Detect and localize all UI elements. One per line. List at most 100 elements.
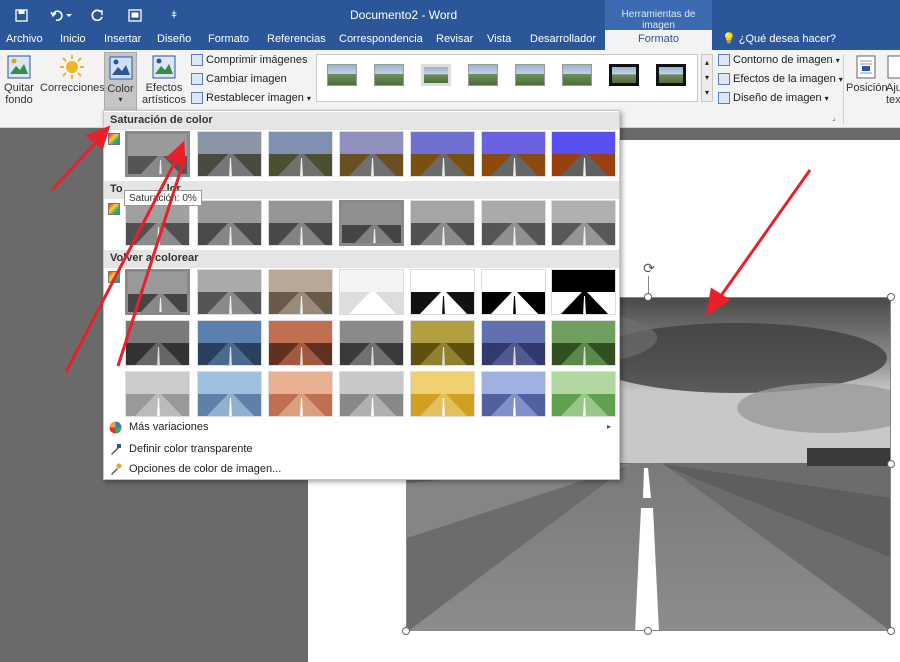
style-thumb[interactable] [562, 64, 592, 86]
qat-customize-icon[interactable]: ǂ [166, 0, 182, 30]
tab-formato-doc[interactable]: Formato [208, 30, 249, 50]
redo-icon[interactable] [86, 0, 108, 30]
resize-handle[interactable] [402, 627, 410, 635]
recolor-swatch[interactable] [268, 269, 333, 315]
quitar-fondo-button[interactable]: Quitar fondo [2, 54, 36, 106]
saturation-swatch[interactable] [268, 131, 333, 177]
opciones-color-item[interactable]: Opciones de color de imagen... [104, 459, 619, 479]
saturation-swatch[interactable] [125, 131, 190, 177]
tone-swatch[interactable] [268, 200, 333, 246]
recolor-swatch[interactable] [410, 269, 475, 315]
style-thumb[interactable] [515, 64, 545, 86]
recolor-swatch[interactable] [339, 320, 404, 366]
tab-insertar[interactable]: Insertar [104, 30, 141, 50]
tone-swatch[interactable] [481, 200, 546, 246]
tone-swatch[interactable] [551, 200, 616, 246]
picture-styles-gallery[interactable] [316, 54, 698, 102]
gallery-up-icon[interactable]: ▴ [702, 55, 712, 70]
resize-handle[interactable] [644, 627, 652, 635]
mas-variaciones-item[interactable]: Más variaciones ▸ [104, 417, 619, 437]
tell-me-search[interactable]: 💡 ¿Qué desea hacer? [722, 30, 836, 50]
resize-handle[interactable] [887, 460, 895, 468]
recolor-swatch[interactable] [410, 371, 475, 417]
tab-diseno[interactable]: Diseño [157, 30, 191, 50]
posicion-button[interactable]: Posición [846, 54, 888, 94]
style-thumb[interactable] [468, 64, 498, 86]
style-thumb[interactable] [421, 64, 451, 86]
color-label: Color [107, 83, 134, 95]
saturation-swatch[interactable] [339, 131, 404, 177]
recolor-swatch[interactable] [197, 320, 262, 366]
tone-swatch[interactable] [125, 200, 190, 246]
compress-icon [191, 54, 203, 66]
definir-transparente-item[interactable]: Definir color transparente [104, 439, 619, 459]
tone-swatch[interactable] [410, 200, 475, 246]
efectos-artisticos-button[interactable]: Efectos artísticos [139, 54, 189, 106]
gallery-down-icon[interactable]: ▾ [702, 70, 712, 85]
restablecer-imagen-button[interactable]: Restablecer imagen ▾ [191, 92, 311, 104]
correcciones-button[interactable]: Correcciones [40, 54, 105, 94]
style-thumb[interactable] [656, 64, 686, 86]
tab-correspondencia[interactable]: Correspondencia [339, 30, 423, 50]
saturation-swatch[interactable] [481, 131, 546, 177]
style-thumb[interactable] [327, 64, 357, 86]
efectos-label-1: Efectos [145, 82, 183, 94]
chevron-down-icon: ▾ [824, 93, 829, 103]
remove-background-icon [7, 55, 31, 79]
recolor-swatch[interactable] [339, 269, 404, 315]
ribbon-tabs: Archivo Inicio Insertar Diseño Formato R… [0, 30, 900, 50]
cambiar-imagen-button[interactable]: Cambiar imagen [191, 73, 287, 85]
tab-referencias[interactable]: Referencias [267, 30, 326, 50]
save-icon[interactable] [8, 0, 34, 30]
contorno-imagen-button[interactable]: Contorno de imagen ▾ [718, 54, 840, 66]
tab-vista[interactable]: Vista [487, 30, 511, 50]
comprimir-imagenes-button[interactable]: Comprimir imágenes [191, 54, 307, 66]
recolor-swatch[interactable] [125, 269, 190, 315]
tab-inicio[interactable]: Inicio [60, 30, 86, 50]
tab-formato-imagen[interactable]: Formato [605, 30, 712, 50]
rotate-handle-icon[interactable]: ⟳ [641, 260, 657, 276]
style-thumb[interactable] [609, 64, 639, 86]
tab-desarrollador[interactable]: Desarrollador [530, 30, 596, 50]
recolor-swatch[interactable] [481, 269, 546, 315]
recolor-icon [108, 271, 120, 283]
print-preview-icon[interactable] [124, 0, 146, 30]
resize-handle[interactable] [887, 293, 895, 301]
recolor-swatch[interactable] [339, 371, 404, 417]
tab-archivo[interactable]: Archivo [6, 30, 43, 50]
saturation-swatch[interactable] [197, 131, 262, 177]
recolor-swatch[interactable] [268, 371, 333, 417]
recolor-swatch[interactable] [125, 320, 190, 366]
recolor-swatch[interactable] [268, 320, 333, 366]
picture-layout-icon [718, 92, 730, 104]
undo-icon[interactable] [44, 0, 78, 30]
gallery-scrollbar[interactable]: ▴ ▾ ▾ [701, 54, 713, 102]
recolor-swatch[interactable] [197, 269, 262, 315]
dialog-launcher-icon[interactable]: ⌟ [832, 113, 836, 122]
tone-swatch[interactable] [339, 200, 404, 246]
tab-revisar[interactable]: Revisar [436, 30, 473, 50]
recolor-swatch[interactable] [125, 371, 190, 417]
saturation-swatch[interactable] [410, 131, 475, 177]
saturation-swatch[interactable] [551, 131, 616, 177]
ajustar-texto-button[interactable]: Aju tex [886, 54, 900, 106]
recolor-swatch[interactable] [197, 371, 262, 417]
saturation-icon [108, 133, 120, 145]
style-thumb[interactable] [374, 64, 404, 86]
recolor-swatch[interactable] [481, 320, 546, 366]
recolor-swatch[interactable] [410, 320, 475, 366]
tone-swatch[interactable] [197, 200, 262, 246]
resize-handle[interactable] [887, 627, 895, 635]
ajustar-label-1: Aju [886, 82, 900, 94]
efectos-label-2: artísticos [141, 94, 186, 106]
recolor-swatch[interactable] [551, 371, 616, 417]
window-title: Documento2 - Word [350, 8, 458, 22]
color-picture-icon [109, 56, 132, 80]
efectos-imagen-button[interactable]: Efectos de la imagen ▾ [718, 73, 843, 85]
resize-handle[interactable] [644, 293, 652, 301]
recolor-swatch[interactable] [551, 269, 616, 315]
diseno-imagen-button[interactable]: Diseño de imagen ▾ [718, 92, 829, 104]
recolor-swatch[interactable] [551, 320, 616, 366]
gallery-more-icon[interactable]: ▾ [702, 85, 712, 100]
recolor-swatch[interactable] [481, 371, 546, 417]
